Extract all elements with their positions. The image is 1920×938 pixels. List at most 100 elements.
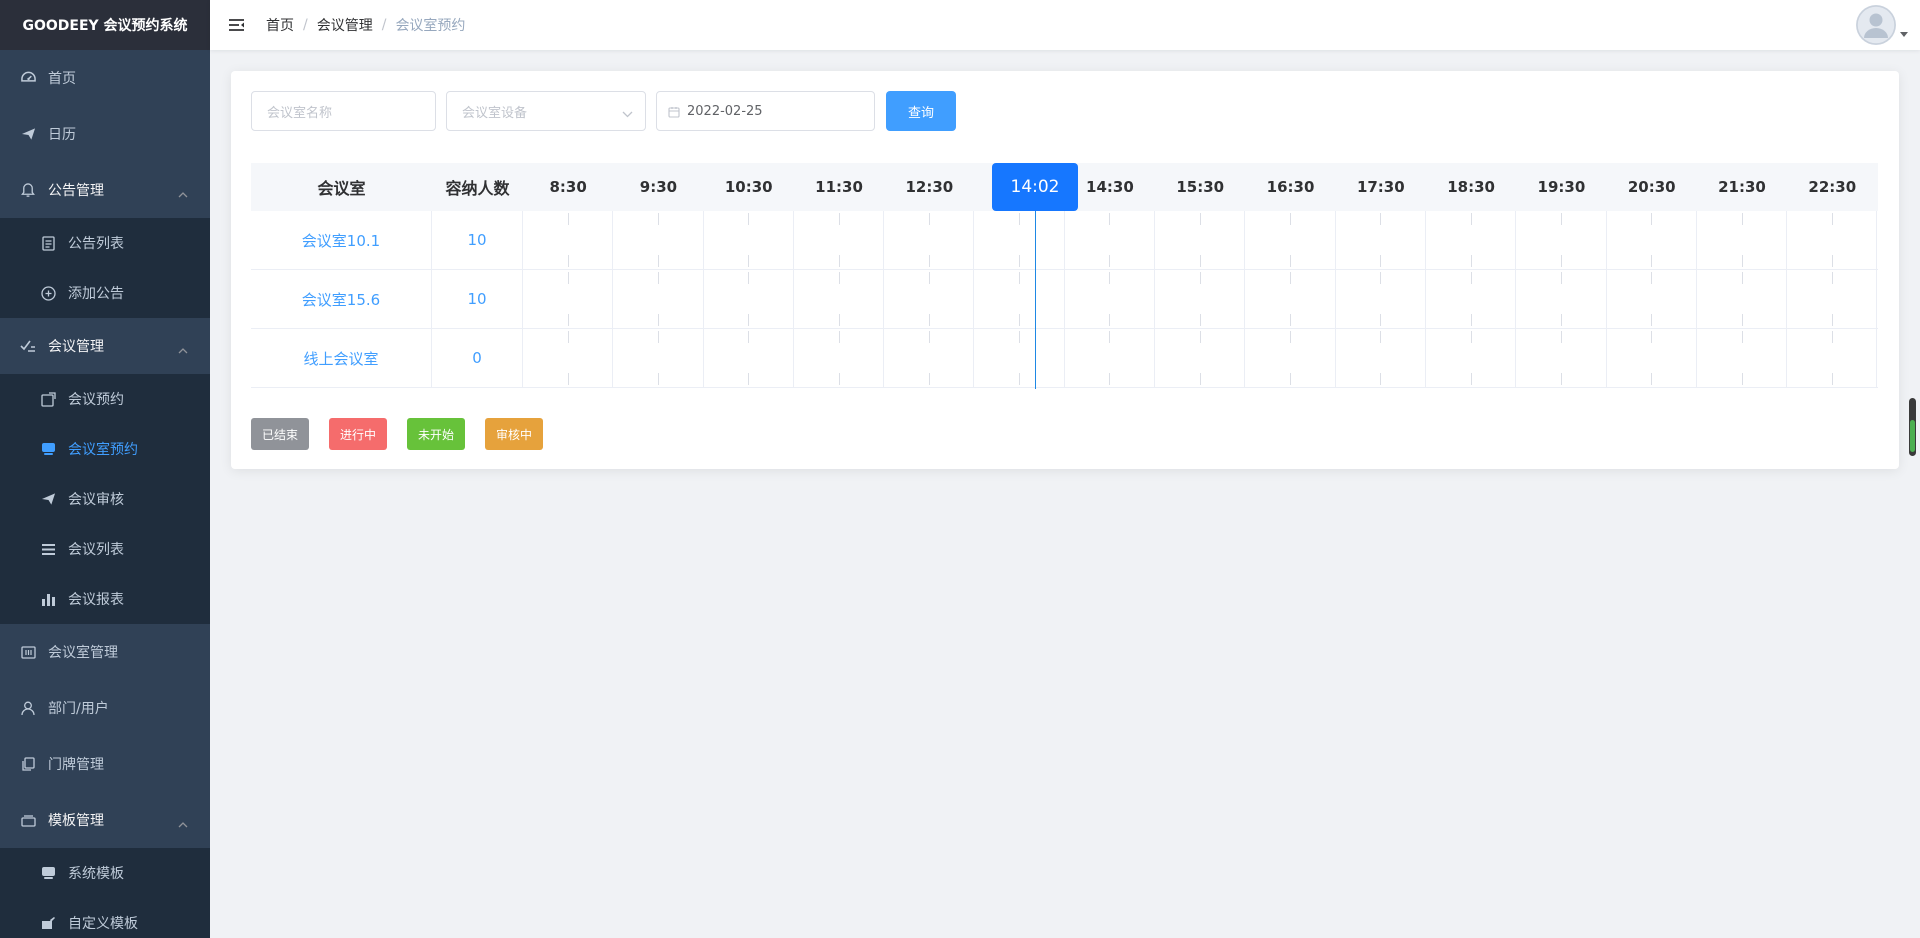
time-slot-cell[interactable] [1245,211,1336,269]
page-scrollbar[interactable] [1909,398,1916,456]
time-slot-cell[interactable] [704,270,794,328]
sidebar-item-custom-template[interactable]: 自定义模板 [0,898,210,938]
sidebar-item-meeting-mgmt[interactable]: 会议管理 [0,318,210,374]
time-slot-cell[interactable] [974,329,1065,387]
time-slot-cell[interactable] [1065,329,1156,387]
sidebar-item-meeting-booking[interactable]: 会议预约 [0,374,210,424]
copy-icon [20,756,36,772]
monitor-icon [40,865,56,881]
sidebar-item-calendar[interactable]: 日历 [0,106,210,162]
menu-toggle-icon[interactable] [226,15,246,35]
time-slot-cell[interactable] [1065,270,1156,328]
sidebar-item-notice-list[interactable]: 公告列表 [0,218,210,268]
grid-icon [20,644,36,660]
tick-mark [657,255,659,267]
time-slot-cell[interactable] [1787,329,1878,387]
time-slot-cell[interactable] [1336,329,1426,387]
room-name-input[interactable]: 会议室名称 [251,91,436,131]
sidebar-item-home[interactable]: 首页 [0,50,210,106]
tick-mark [1199,314,1201,326]
time-slot-cell[interactable] [1426,329,1517,387]
app-logo[interactable]: GOODEEY 会议预约系统 [0,0,210,50]
tick-mark [567,272,569,284]
sidebar-item-meeting-review[interactable]: 会议审核 [0,474,210,524]
tick-mark [1199,255,1201,267]
tick-mark [1019,255,1021,267]
tick-mark [1651,373,1653,385]
time-slot-cell[interactable] [1245,270,1336,328]
time-slot-cell[interactable] [1787,270,1878,328]
time-slot-cell[interactable] [523,329,614,387]
sidebar-item-doorplate-mgmt[interactable]: 门牌管理 [0,736,210,792]
time-slot-cell[interactable] [794,211,885,269]
time-slot-cell[interactable] [613,211,704,269]
time-slot-cell[interactable] [1336,270,1426,328]
room-device-select[interactable]: 会议室设备 [446,91,646,131]
sidebar-item-label: 会议报表 [68,592,124,608]
sidebar-item-dept-user[interactable]: 部门/用户 [0,680,210,736]
tick-mark [1380,255,1382,267]
sidebar-item-room-mgmt[interactable]: 会议室管理 [0,624,210,680]
time-slot-cell[interactable] [1426,211,1517,269]
sidebar-item-label: 模板管理 [48,813,104,829]
tick-mark [748,331,750,343]
time-slot-cell[interactable] [1607,211,1697,269]
time-slot-cell[interactable] [974,211,1065,269]
time-slot-cell[interactable] [974,270,1065,328]
time-slot-cell[interactable] [1426,270,1517,328]
time-slot-cell[interactable] [1516,270,1607,328]
time-slot-cell[interactable] [1336,211,1426,269]
time-slot-cell[interactable] [1516,211,1607,269]
room-name-link[interactable]: 会议室15.6 [251,270,432,328]
time-slot-cell[interactable] [523,270,614,328]
time-slot-cell[interactable] [884,329,975,387]
date-picker[interactable]: 2022-02-25 [656,91,875,131]
time-slot-cell[interactable] [1607,270,1697,328]
sidebar-item-system-template[interactable]: 系统模板 [0,848,210,898]
time-slot-cell[interactable] [794,270,885,328]
time-slot-cell[interactable] [1065,211,1156,269]
room-name-link[interactable]: 会议室10.1 [251,211,432,269]
time-slot-cell[interactable] [1607,329,1697,387]
table-row: 会议室15.6 10 [251,270,1878,329]
sidebar-item-template-mgmt[interactable]: 模板管理 [0,792,210,848]
sidebar-item-label: 会议审核 [68,492,124,508]
time-slot-cell[interactable] [613,329,704,387]
time-slot-cell[interactable] [884,270,975,328]
time-slot-cell[interactable] [1697,211,1788,269]
breadcrumb-meeting-mgmt[interactable]: 会议管理 [317,15,373,35]
sidebar-item-add-notice[interactable]: 添加公告 [0,268,210,318]
tick-mark [1380,373,1382,385]
sidebar-item-notice-mgmt[interactable]: 公告管理 [0,162,210,218]
time-slot-cell[interactable] [704,211,794,269]
time-slot-cell[interactable] [1697,329,1788,387]
room-device-placeholder: 会议室设备 [462,105,528,121]
caret-down-icon[interactable] [1900,22,1908,41]
breadcrumb-separator: / [381,17,387,33]
time-slot-cell[interactable] [1787,211,1878,269]
time-slot-cell[interactable] [1155,270,1246,328]
breadcrumb-home[interactable]: 首页 [266,15,294,35]
sidebar-item-meeting-report[interactable]: 会议报表 [0,574,210,624]
time-slot-cell[interactable] [613,270,704,328]
time-slot-cell[interactable] [523,211,614,269]
room-name-link[interactable]: 线上会议室 [251,329,432,387]
time-slot-header: 9:30 [639,178,678,196]
sidebar-item-label: 会议预约 [68,392,124,408]
time-slot-cell[interactable] [1516,329,1607,387]
sidebar-item-room-booking[interactable]: 会议室预约 [0,424,210,474]
sidebar-item-label: 会议室管理 [48,645,118,661]
time-slot-cell[interactable] [704,329,794,387]
time-slot-cell[interactable] [794,329,885,387]
time-slot-cell[interactable] [1155,329,1246,387]
avatar[interactable] [1856,5,1896,45]
sidebar-item-meeting-list[interactable]: 会议列表 [0,524,210,574]
user-menu[interactable] [1856,5,1908,45]
tick-mark [657,331,659,343]
time-slot-cell[interactable] [1245,329,1336,387]
time-slot-cell[interactable] [1697,270,1788,328]
query-button[interactable]: 查询 [886,91,956,131]
tick-mark [1560,255,1562,267]
time-slot-cell[interactable] [884,211,975,269]
time-slot-cell[interactable] [1155,211,1246,269]
